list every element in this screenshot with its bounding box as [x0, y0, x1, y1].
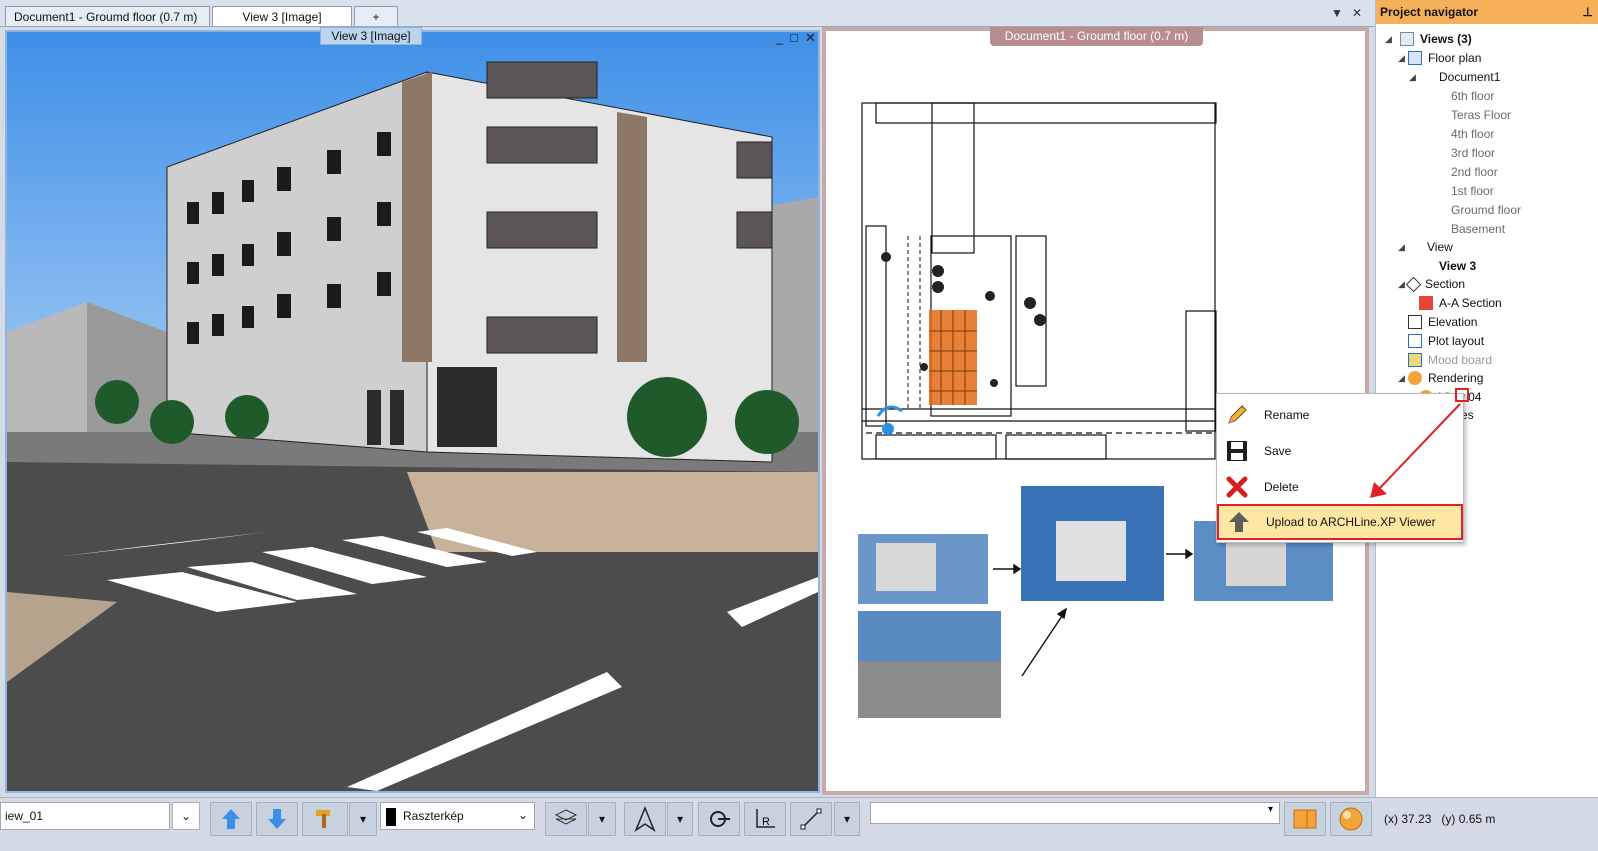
folder-icon [1419, 296, 1433, 310]
minimize-icon[interactable]: _ [776, 30, 783, 45]
menu-item-upload-to-archline-viewer[interactable]: Upload to ARCHLine.XP Viewer [1217, 504, 1463, 540]
path-tool-button[interactable] [790, 802, 832, 836]
layer-combo[interactable]: Raszterkép ⌄ [380, 802, 535, 830]
tree-item-basement[interactable]: Basement [1451, 220, 1505, 238]
view-name-field[interactable]: iew_01 [0, 802, 170, 830]
svg-text:R: R [762, 816, 770, 828]
chevron-down-icon: ▾ [843, 812, 851, 826]
navigator-title: Project navigator [1380, 5, 1479, 19]
render-button[interactable] [1330, 802, 1372, 836]
tree-item-1st-floor[interactable]: 1st floor [1451, 182, 1494, 200]
plot-layout-icon [1408, 334, 1422, 348]
tree-item-groumd-floor[interactable]: Groumd floor [1451, 201, 1521, 219]
axis-r-icon: R [756, 809, 775, 828]
collapse-icon[interactable]: ◢ [1398, 279, 1405, 290]
move-up-button[interactable] [210, 802, 252, 836]
section-icon [1405, 276, 1422, 292]
3d-hammer-button[interactable] [302, 802, 348, 836]
views-icon [1400, 32, 1414, 46]
chevron-down-icon[interactable]: ▾ [1268, 804, 1273, 815]
tree-item-views[interactable]: Views (3) [1400, 30, 1472, 48]
collapse-icon[interactable]: ◢ [1385, 34, 1392, 45]
tree-item-rendering[interactable]: Rendering [1408, 369, 1483, 387]
tree-item-section[interactable]: Section [1405, 275, 1465, 293]
chevron-down-icon: ⌄ [517, 808, 528, 822]
collapse-icon[interactable]: ◢ [1398, 242, 1405, 253]
reference-axis-button[interactable]: R [744, 802, 786, 836]
chevron-down-icon: ▾ [676, 812, 684, 826]
rotate-icon [710, 811, 730, 827]
tree-item-mood-board[interactable]: Mood board [1408, 351, 1492, 369]
tree-item-2nd-floor[interactable]: 2nd floor [1451, 163, 1498, 181]
blue-up-arrow-icon [222, 809, 240, 829]
pencil-icon [1224, 402, 1250, 428]
hammer-options-dropdown[interactable]: ▾ [349, 802, 377, 836]
bottom-toolbar: iew_01 ⌄ ▾ Raszterkép ⌄ ▾ ▾ R ▾ ▾ [0, 797, 1598, 851]
annotation-arrow [1370, 403, 1461, 498]
rendering-sphere-icon [1408, 371, 1422, 385]
path-line-icon [800, 808, 822, 830]
rendered-3d-viewport[interactable] [5, 30, 820, 793]
command-input[interactable] [870, 802, 1280, 824]
upload-arrow-icon [1226, 509, 1252, 535]
tree-item-aa-section[interactable]: A-A Section [1419, 294, 1502, 312]
tree-item-view[interactable]: View [1427, 238, 1453, 256]
tree-item-document1[interactable]: Document1 [1439, 68, 1500, 86]
tree-item-3rd-floor[interactable]: 3rd floor [1451, 144, 1495, 162]
tree-item-floor-plan[interactable]: Floor plan [1408, 49, 1481, 67]
building-render-image [7, 32, 818, 791]
collapse-icon[interactable]: ◢ [1409, 72, 1416, 83]
tree-item-6th-floor[interactable]: 6th floor [1451, 87, 1494, 105]
elevation-icon [1408, 315, 1422, 329]
rotate-view-button[interactable] [698, 802, 740, 836]
document-tab-bar: Document1 - Groumd floor (0.7 m) View 3 … [0, 0, 1375, 27]
coordinate-readout: (x) 37.23 (y) 0.65 m [1384, 812, 1496, 826]
new-tab-button[interactable]: + [354, 6, 398, 26]
close-tab-icon[interactable]: ✕ [1352, 6, 1362, 20]
layers-button[interactable] [545, 802, 587, 836]
pin-icon[interactable]: ⊥ [1583, 5, 1593, 19]
panels-toggle-button[interactable] [1284, 802, 1326, 836]
tree-item-view3[interactable]: View 3 [1439, 257, 1476, 275]
tree-item-plot-layout[interactable]: Plot layout [1408, 332, 1484, 350]
red-x-icon [1224, 474, 1250, 500]
close-view-icon[interactable]: ✕ [805, 30, 816, 46]
collapse-icon[interactable]: ◢ [1398, 373, 1405, 384]
north-arrow-icon [634, 806, 656, 832]
chevron-down-icon: ▾ [598, 812, 606, 826]
layer-color-swatch [386, 808, 396, 826]
hammer-3d-icon [316, 810, 330, 828]
panels-icon [1293, 809, 1317, 829]
floppy-icon [1224, 438, 1250, 464]
tree-item-teras-floor[interactable]: Teras Floor [1451, 106, 1511, 124]
tab-document1[interactable]: Document1 - Groumd floor (0.7 m) [5, 6, 210, 26]
blue-down-arrow-icon [268, 809, 286, 829]
chevron-down-icon: ⌄ [180, 809, 192, 823]
tree-item-elevation[interactable]: Elevation [1408, 313, 1477, 331]
mood-board-icon [1408, 353, 1422, 367]
path-tool-dropdown[interactable]: ▾ [834, 802, 860, 836]
maximize-icon[interactable]: □ [790, 30, 798, 45]
view3d-title-label: View 3 [Image] [320, 27, 422, 45]
tab-view3-image[interactable]: View 3 [Image] [212, 6, 352, 26]
render-sphere-icon [1339, 807, 1363, 831]
view-name-dropdown[interactable]: ⌄ [172, 802, 200, 830]
navigator-header: Project navigator ⊥ [1376, 0, 1598, 24]
plan-title-label: Document1 - Groumd floor (0.7 m) [990, 27, 1203, 46]
tree-item-4th-floor[interactable]: 4th floor [1451, 125, 1494, 143]
collapse-icon[interactable]: ◢ [1398, 53, 1405, 64]
chevron-down-icon: ▾ [359, 812, 367, 826]
floor-plan-icon [1408, 51, 1422, 65]
layers-icon [554, 809, 578, 825]
north-arrow-button[interactable] [624, 802, 666, 836]
layers-dropdown[interactable]: ▾ [588, 802, 616, 836]
north-arrow-dropdown[interactable]: ▾ [667, 802, 693, 836]
tab-list-dropdown-icon[interactable]: ▼ [1331, 6, 1343, 20]
move-down-button[interactable] [256, 802, 298, 836]
